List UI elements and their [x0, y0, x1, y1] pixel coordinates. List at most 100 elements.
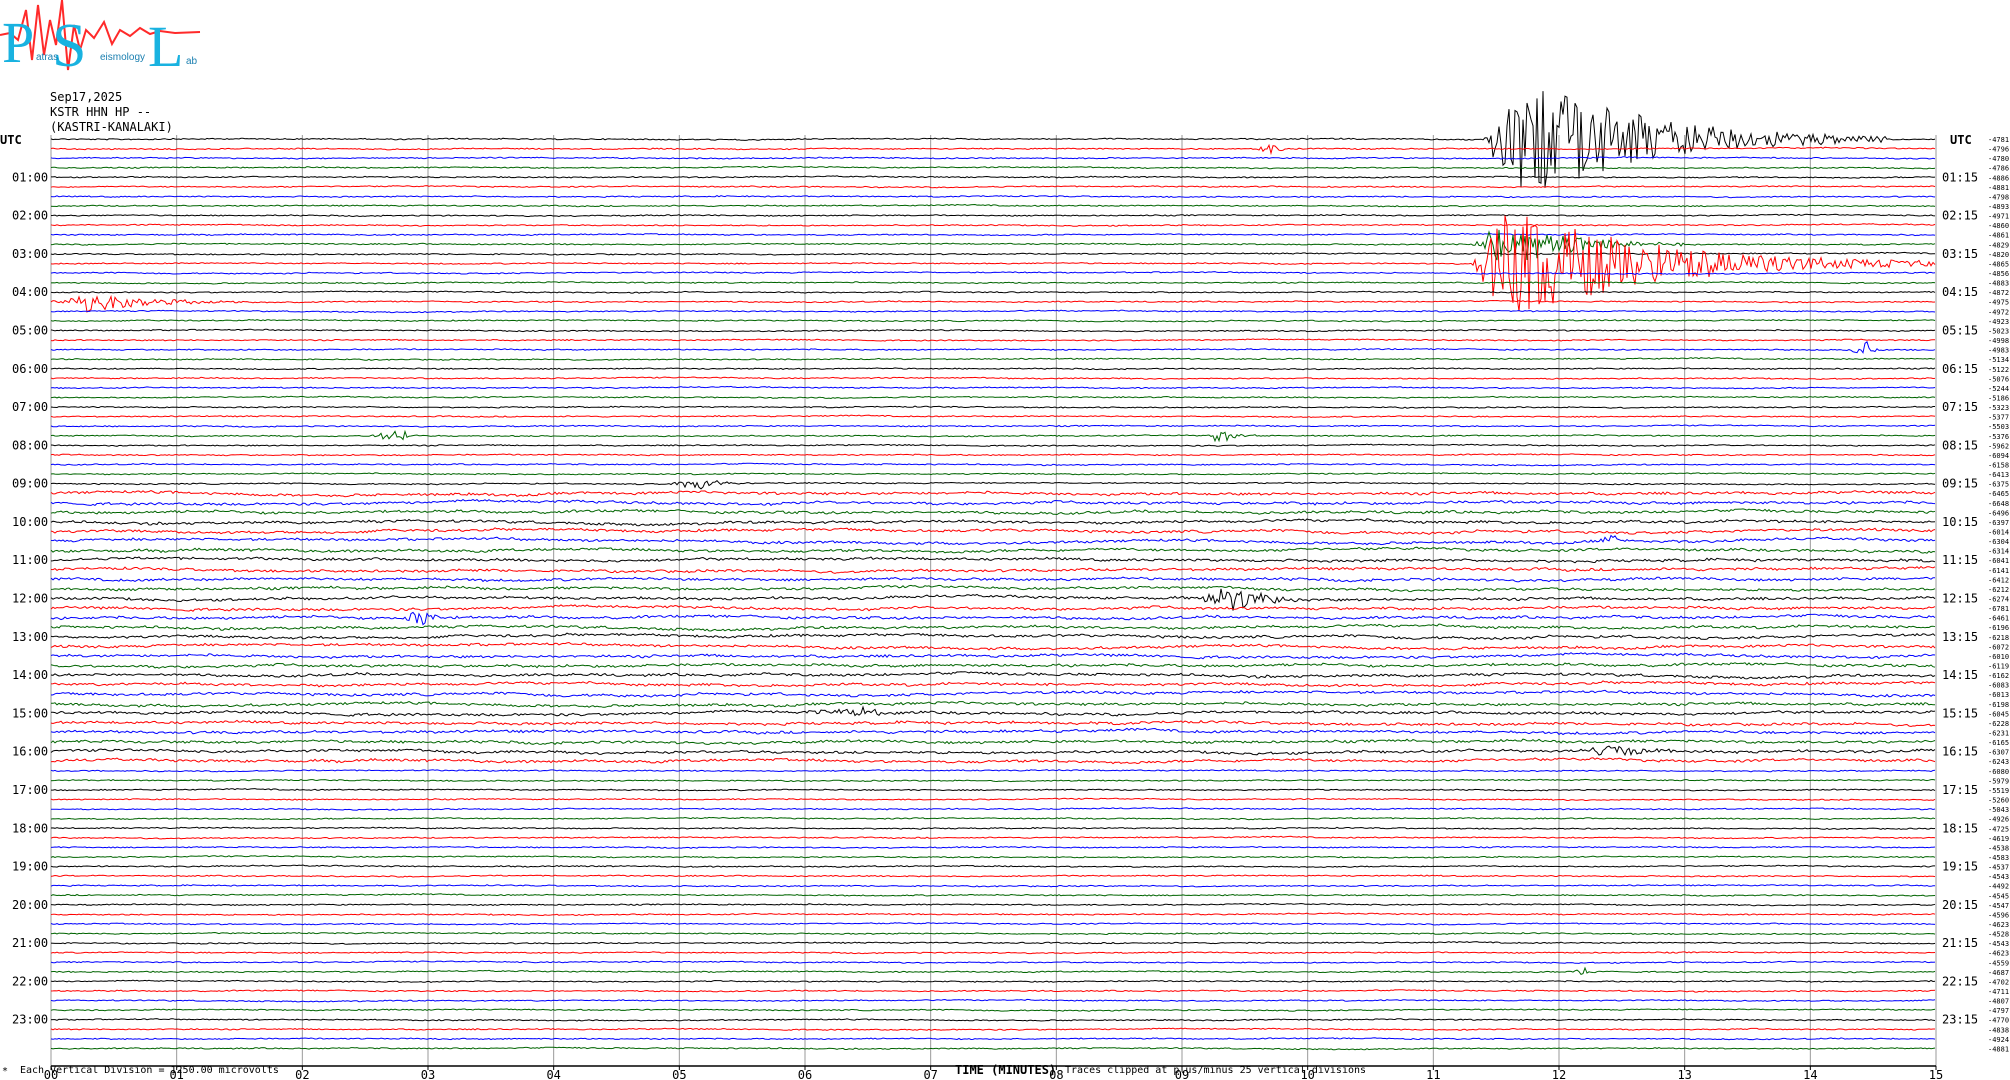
trace-row — [50, 1027, 1935, 1031]
scale-note: Each Vertical Division = 1250.00 microvo… — [20, 1065, 279, 1076]
left-hour-label: 14:00 — [12, 668, 48, 682]
trace-count-label: -4924 — [1988, 1036, 2009, 1044]
trace-row — [50, 757, 1936, 765]
trace-row — [50, 1008, 1936, 1012]
trace-row — [50, 874, 1936, 878]
trace-count-label: -4492 — [1988, 883, 2009, 891]
trace-count-label: -4623 — [1988, 950, 2009, 958]
trace-row — [50, 922, 1936, 926]
left-hour-label: 17:00 — [12, 783, 48, 797]
left-hour-label: 03:00 — [12, 247, 48, 261]
trace-row — [50, 194, 1936, 199]
right-hour-label: 15:15 — [1942, 706, 1978, 720]
trace-row — [51, 788, 1936, 792]
trace-row — [50, 845, 1936, 849]
right-hour-label: 11:15 — [1942, 553, 1978, 567]
trace-row — [50, 429, 1936, 443]
trace-count-label: -6080 — [1988, 768, 2009, 776]
trace-row — [50, 223, 1936, 227]
trace-row — [50, 855, 1936, 859]
trace-row — [50, 508, 1936, 516]
trace-row — [50, 902, 1936, 907]
trace-row — [50, 251, 1936, 256]
trace-count-label: -6094 — [1988, 452, 2009, 460]
trace-count-label: -4838 — [1988, 1026, 2009, 1034]
trace-count-label: -5260 — [1988, 797, 2009, 805]
trace-row — [51, 701, 1935, 708]
right-hour-label: 23:15 — [1942, 1013, 1978, 1027]
trace-count-label: -4881 — [1988, 184, 2009, 192]
trace-count-label: -6196 — [1988, 624, 2009, 632]
trace-row — [50, 671, 1936, 680]
trace-count-label: -4971 — [1988, 213, 2009, 221]
trace-count-label: -4711 — [1988, 988, 2009, 996]
trace-row — [50, 414, 1936, 419]
trace-row — [50, 480, 1936, 490]
right-hour-label: 14:15 — [1942, 668, 1978, 682]
right-hour-label: 17:15 — [1942, 783, 1978, 797]
right-hour-label: 12:15 — [1942, 592, 1978, 606]
trace-count-label: -4856 — [1988, 270, 2009, 278]
trace-row — [50, 797, 1936, 802]
trace-row — [50, 745, 1936, 757]
right-hour-label: 09:15 — [1942, 477, 1978, 491]
right-hour-label: 22:15 — [1942, 974, 1978, 988]
trace-count-label: -6228 — [1988, 720, 2009, 728]
trace-count-label: -4786 — [1988, 165, 2009, 173]
trace-count-label: -4528 — [1988, 931, 2009, 939]
trace-count-label: -6045 — [1988, 710, 2009, 718]
trace-row — [50, 213, 1936, 218]
trace-count-label: -5377 — [1988, 414, 2009, 422]
trace-row — [50, 546, 1936, 554]
trace-row — [50, 1018, 1936, 1022]
trace-row — [50, 989, 1936, 993]
x-axis-title: TIME (MINUTES) — [955, 1063, 1057, 1077]
left-hour-label: 01:00 — [12, 170, 48, 184]
left-hour-label: 12:00 — [12, 592, 48, 606]
trace-row — [50, 405, 1935, 409]
trace-row — [50, 641, 1936, 651]
trace-count-label: -5323 — [1988, 404, 2009, 412]
trace-row — [50, 156, 1936, 160]
trace-count-label: -4781 — [1988, 136, 2009, 144]
trace-count-label: -5186 — [1988, 394, 2009, 402]
trace-row — [50, 689, 1936, 698]
trace-row — [50, 960, 1936, 964]
trace-row — [50, 584, 1936, 593]
left-hour-label: 21:00 — [12, 936, 48, 950]
trace-count-label: -6781 — [1988, 605, 2009, 613]
right-hour-label: 13:15 — [1942, 630, 1978, 644]
trace-count-label: -4872 — [1988, 289, 2009, 297]
trace-row — [50, 941, 1936, 945]
trace-row — [50, 1046, 1936, 1051]
right-hour-label: 03:15 — [1942, 247, 1978, 261]
trace-count-label: -5376 — [1988, 433, 2009, 441]
left-hour-label: 06:00 — [12, 362, 48, 376]
trace-count-label: -4860 — [1988, 222, 2009, 230]
trace-row — [50, 816, 1936, 821]
chart-labels: 00 01 02 03 04 05 06 07 08 09 10 11 12 13 14 15UTC UTC01… — [0, 133, 2009, 1080]
trace-count-label: -6158 — [1988, 461, 2009, 469]
trace-count-label: -4883 — [1988, 280, 2009, 288]
trace-row — [50, 588, 1936, 611]
right-hour-label: 21:15 — [1942, 936, 1978, 950]
trace-row — [50, 565, 1936, 574]
right-hour-label: 08:15 — [1942, 438, 1978, 452]
right-hour-label: 10:15 — [1942, 515, 1978, 529]
trace-row — [50, 632, 1936, 641]
left-hour-label: 09:00 — [12, 477, 48, 491]
right-hour-label: 19:15 — [1942, 860, 1978, 874]
trace-count-label: -4538 — [1988, 844, 2009, 852]
trace-count-label: -6304 — [1988, 538, 2009, 546]
trace-count-label: -4797 — [1988, 1007, 2009, 1015]
trace-count-label: -4820 — [1988, 251, 2009, 259]
left-hour-label: 22:00 — [12, 974, 48, 988]
trace-count-label: -4596 — [1988, 911, 2009, 919]
trace-row — [50, 652, 1936, 660]
trace-count-label: -4770 — [1988, 1017, 2009, 1025]
right-hour-label: 02:15 — [1942, 209, 1978, 223]
trace-count-label: -6314 — [1988, 548, 2009, 556]
trace-count-label: -6375 — [1988, 481, 2009, 489]
left-hour-label: 07:00 — [12, 400, 48, 414]
trace-count-label: -4923 — [1988, 318, 2009, 326]
